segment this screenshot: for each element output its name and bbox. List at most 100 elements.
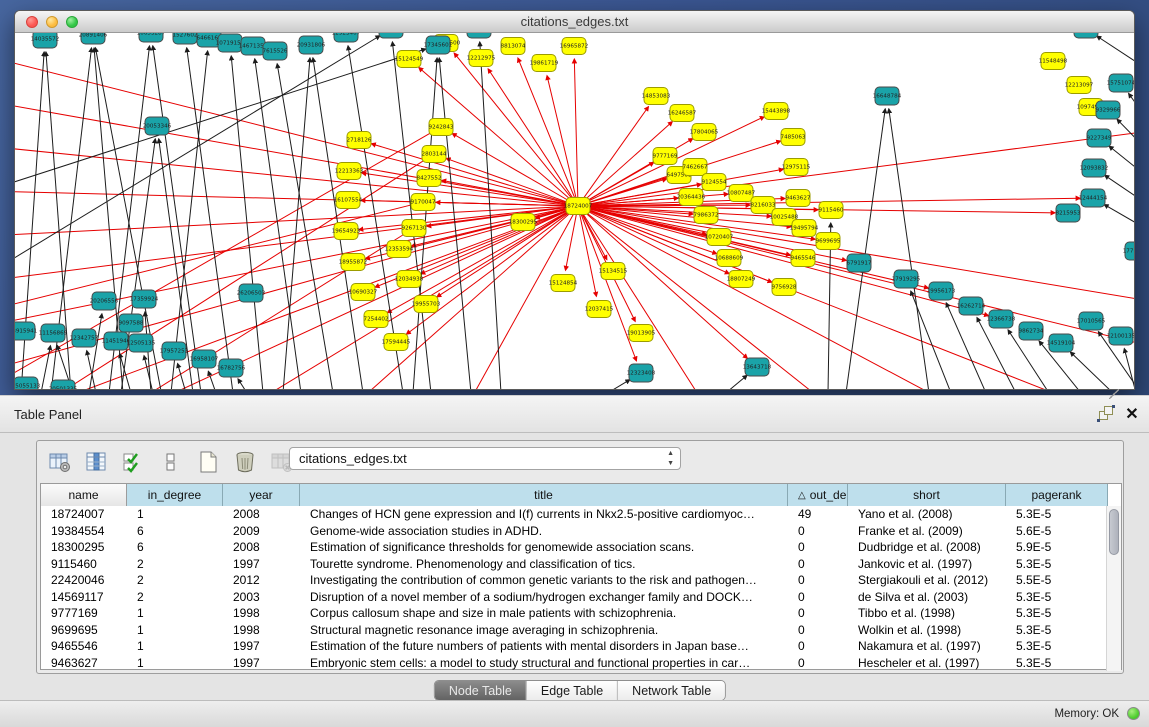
network-node[interactable]: 13915941 <box>15 322 38 340</box>
network-node[interactable]: 15124854 <box>549 275 578 292</box>
network-node[interactable]: 18807249 <box>727 271 756 288</box>
network-node[interactable]: 12093832 <box>1080 159 1108 177</box>
network-node[interactable]: 16782756 <box>217 359 246 377</box>
network-node[interactable]: 12037415 <box>585 301 614 318</box>
network-node[interactable]: 17345601 <box>424 36 453 54</box>
network-node[interactable]: 15443898 <box>762 103 791 120</box>
network-node[interactable]: 12444154 <box>1079 189 1108 207</box>
network-node[interactable]: 11156869 <box>39 324 68 342</box>
network-node[interactable]: 14519104 <box>1047 334 1076 352</box>
network-node[interactable]: 7254402 <box>364 311 389 328</box>
network-node[interactable]: 15134515 <box>599 263 628 280</box>
scrollbar-thumb[interactable] <box>1109 509 1119 555</box>
network-node[interactable]: 2803144 <box>422 146 447 163</box>
network-node[interactable]: 20501335 <box>49 380 78 390</box>
network-node[interactable]: 12342757 <box>70 329 99 347</box>
table-row[interactable]: 946362711997Embryonic stem cells: a mode… <box>41 655 1121 672</box>
network-node[interactable]: 11548498 <box>1039 53 1068 70</box>
float-window-icon[interactable] <box>1099 406 1115 422</box>
network-node[interactable]: 18300295 <box>509 214 538 231</box>
memory-status-icon[interactable] <box>1127 707 1140 720</box>
network-node[interactable]: 16648784 <box>873 87 902 105</box>
network-node[interactable]: 16864937 <box>465 33 494 38</box>
table-row[interactable]: 1830029562008Estimation of significance … <box>41 539 1121 556</box>
network-node[interactable]: 20891406 <box>79 33 108 44</box>
network-node[interactable]: 10653287 <box>137 33 166 42</box>
network-node[interactable]: 8427552 <box>417 170 442 187</box>
network-node[interactable]: 19654923 <box>332 223 361 240</box>
network-node[interactable]: 17804065 <box>690 124 719 141</box>
network-node[interactable]: 9124554 <box>702 174 727 191</box>
network-node[interactable]: 20931806 <box>297 36 326 54</box>
table-row[interactable]: 1456911722003Disruption of a novel membe… <box>41 589 1121 606</box>
tab-node-table[interactable]: Node Table <box>435 681 526 700</box>
delete-column-icon[interactable] <box>232 449 258 475</box>
close-panel-icon[interactable]: ✕ <box>1123 404 1141 424</box>
network-node[interactable]: 16262714 <box>957 297 986 315</box>
network-node[interactable]: 9170047 <box>411 194 436 211</box>
network-node[interactable]: 9097588 <box>119 314 144 332</box>
column-header-year[interactable]: year <box>223 484 300 506</box>
network-node[interactable]: 6791917 <box>847 254 872 272</box>
network-node[interactable]: 12366738 <box>987 310 1016 328</box>
network-node[interactable]: 13643718 <box>743 358 772 376</box>
network-node[interactable]: 10690327 <box>349 284 378 301</box>
network-node[interactable]: 20053346 <box>143 117 172 135</box>
network-node[interactable]: 2718126 <box>347 132 372 149</box>
clear-selection-icon[interactable] <box>158 449 184 475</box>
table-source-dropdown[interactable]: citations_edges.txt ▲▼ <box>289 447 681 470</box>
network-node[interactable]: 9463627 <box>786 190 811 207</box>
network-node[interactable]: 12923407 <box>332 33 361 42</box>
network-node[interactable]: 15055133 <box>15 377 41 390</box>
network-node[interactable]: 12975115 <box>782 159 811 176</box>
table-row[interactable]: 1872400712008Changes of HCN gene express… <box>41 506 1121 523</box>
column-header-pagerank[interactable]: pagerank <box>1006 484 1108 506</box>
network-node[interactable]: 12034938 <box>395 271 424 288</box>
column-header-title[interactable]: title <box>300 484 788 506</box>
network-node[interactable]: 12213363 <box>335 163 364 180</box>
network-node[interactable]: 1527602 <box>173 33 198 44</box>
network-node[interactable]: 12353594 <box>385 241 414 258</box>
network-node[interactable]: 9777169 <box>653 148 678 165</box>
table-row[interactable]: 977716911998Corpus callosum shape and si… <box>41 605 1121 622</box>
network-node[interactable]: 16965872 <box>560 38 588 55</box>
network-node[interactable]: 9862734 <box>1019 322 1044 340</box>
column-header-in_degree[interactable]: in_degree <box>127 484 223 506</box>
network-node[interactable]: 14853083 <box>642 88 671 105</box>
vertical-scrollbar[interactable] <box>1106 506 1121 671</box>
table-row[interactable]: 969969511998Structural magnetic resonanc… <box>41 622 1121 639</box>
show-columns-icon[interactable] <box>84 449 110 475</box>
create-column-icon[interactable] <box>195 449 221 475</box>
tab-edge-table[interactable]: Edge Table <box>526 681 617 700</box>
network-node[interactable]: 18955872 <box>339 254 367 271</box>
network-node[interactable]: 17594445 <box>382 334 411 351</box>
network-node[interactable]: 12213097 <box>1065 77 1094 94</box>
network-node[interactable]: 16107554 <box>334 192 363 209</box>
tab-network-table[interactable]: Network Table <box>617 681 725 700</box>
network-node[interactable]: 15732052 <box>377 33 405 38</box>
network-node[interactable]: 9242843 <box>429 119 454 136</box>
network-node[interactable]: 7615526 <box>263 42 288 60</box>
table-row[interactable]: 946554611997Estimation of the future num… <box>41 638 1121 655</box>
network-node[interactable]: 17010565 <box>1077 312 1106 330</box>
network-node[interactable]: 10720407 <box>705 229 734 246</box>
table-row[interactable]: 1938455462009Genome-wide association stu… <box>41 523 1121 540</box>
network-node[interactable]: 16246587 <box>668 105 697 122</box>
network-node[interactable]: 12505135 <box>127 334 156 352</box>
network-node[interactable]: 17957253 <box>160 342 189 360</box>
window-titlebar[interactable]: citations_edges.txt <box>15 11 1134 33</box>
network-node[interactable]: 7986372 <box>694 207 719 224</box>
column-header-out_degree[interactable]: △out_de… <box>788 484 848 506</box>
network-node[interactable]: 19955703 <box>412 296 441 313</box>
network-node[interactable]: 26206503 <box>237 284 266 302</box>
network-node[interactable]: 9756928 <box>772 279 797 296</box>
column-header-name[interactable]: name <box>41 484 127 506</box>
network-node[interactable]: 19495794 <box>790 220 819 237</box>
network-node[interactable]: 9465546 <box>791 250 816 267</box>
network-node[interactable]: 7485063 <box>781 129 806 146</box>
network-node[interactable]: 12323408 <box>627 364 656 382</box>
select-all-icon[interactable] <box>121 449 147 475</box>
network-node[interactable]: 8813074 <box>501 38 526 55</box>
network-node[interactable]: 15124549 <box>395 51 424 68</box>
network-node[interactable]: 17919295 <box>892 270 921 288</box>
